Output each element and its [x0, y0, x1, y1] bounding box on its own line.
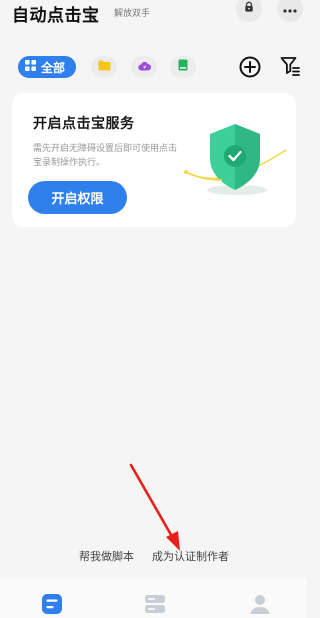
filter-bar: 全部 — [0, 52, 307, 82]
cloud-icon — [137, 58, 151, 76]
footer-links: 帮我做脚本 成为认证制作者 — [0, 548, 307, 564]
add-icon — [238, 56, 262, 83]
lock-icon — [243, 0, 255, 18]
shield-check-icon — [182, 120, 292, 200]
filter-cloud-button[interactable] — [131, 56, 157, 78]
tab-home[interactable] — [41, 593, 63, 615]
book-icon — [178, 58, 188, 76]
home-tab-icon — [41, 594, 63, 618]
card-description: 需先开启无障碍设置后即可使用点击宝录制操作执行。 — [33, 143, 178, 167]
filter-all-button[interactable]: 全部 — [18, 56, 76, 78]
tab-scripts[interactable] — [144, 593, 166, 615]
more-icon — [283, 0, 297, 18]
add-script-button[interactable] — [238, 55, 262, 79]
sort-filter-button[interactable] — [280, 55, 300, 77]
sort-icon — [280, 57, 300, 81]
lock-button[interactable] — [236, 0, 262, 22]
filter-book-button[interactable] — [170, 56, 196, 78]
enable-permission-button[interactable]: 开启权限 — [28, 181, 127, 214]
card-title: 开启点击宝服务 — [33, 115, 135, 131]
help-make-script-link[interactable]: 帮我做脚本 — [79, 548, 134, 564]
bottom-tab-bar — [0, 578, 307, 618]
profile-tab-icon — [249, 595, 271, 618]
tab-profile[interactable] — [249, 593, 271, 615]
become-creator-link[interactable]: 成为认证制作者 — [152, 548, 229, 564]
app-subtitle: 解放双手 — [114, 8, 151, 18]
app-title: 自动点击宝 — [12, 6, 100, 25]
grid-icon — [25, 60, 41, 74]
folder-icon — [98, 58, 111, 76]
scripts-tab-icon — [144, 595, 166, 618]
filter-all-label: 全部 — [41, 60, 66, 75]
more-button[interactable] — [277, 0, 303, 22]
filter-folder-button[interactable] — [91, 56, 117, 78]
header: 自动点击宝 解放双手 — [0, 0, 307, 25]
service-card: 开启点击宝服务 需先开启无障碍设置后即可使用点击宝录制操作执行。 开启权限 — [12, 93, 296, 227]
